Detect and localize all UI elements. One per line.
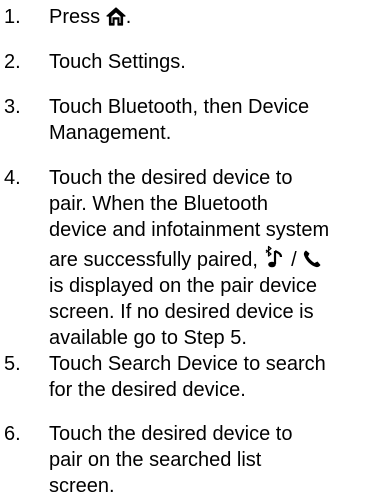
step-line: available go to Step 5. <box>49 327 247 349</box>
step-text-part: are successfully paired, <box>49 249 258 271</box>
step-number: 6. <box>4 423 21 445</box>
step-number: 5. <box>4 353 21 375</box>
step-line: for the desired device. <box>49 379 246 401</box>
bluetooth-music-icon <box>264 245 286 269</box>
step-text: Touch Bluetooth, then Device Management. <box>49 94 391 146</box>
step-text: Touch Search Device to search for the de… <box>49 351 391 403</box>
step-number: 3. <box>4 96 21 118</box>
step-text: Press . <box>49 4 391 30</box>
step-number: 2. <box>4 51 21 73</box>
step-text-part: . <box>125 6 132 28</box>
step-line: screen. If no desired device is <box>49 301 314 323</box>
step-line: Touch Search Device to search <box>49 353 326 375</box>
slash-separator: / <box>291 249 297 271</box>
step-line: pair on the searched list <box>49 449 262 471</box>
step-text-part: Press <box>49 6 106 28</box>
step-number: 4. <box>4 167 21 189</box>
phone-icon <box>302 249 322 269</box>
step-line: Touch Bluetooth, then Device <box>49 96 310 118</box>
home-icon <box>106 7 126 26</box>
step-line: Touch the desired device to <box>49 423 293 445</box>
step-line: screen. <box>49 475 115 497</box>
step-line: pair. When the Bluetooth <box>49 193 269 215</box>
step-line: Management. <box>49 122 172 144</box>
step-text: Touch the desired device to pair. When t… <box>49 165 391 351</box>
step-line: Touch the desired device to <box>49 167 293 189</box>
step-line: is displayed on the pair device <box>49 275 317 297</box>
step-text: Touch the desired device to pair on the … <box>49 421 391 499</box>
step-number: 1. <box>4 6 21 28</box>
step-line: device and infotainment system <box>49 219 330 241</box>
step-line: Touch Settings. <box>49 51 186 73</box>
step-text: Touch Settings. <box>49 49 391 75</box>
